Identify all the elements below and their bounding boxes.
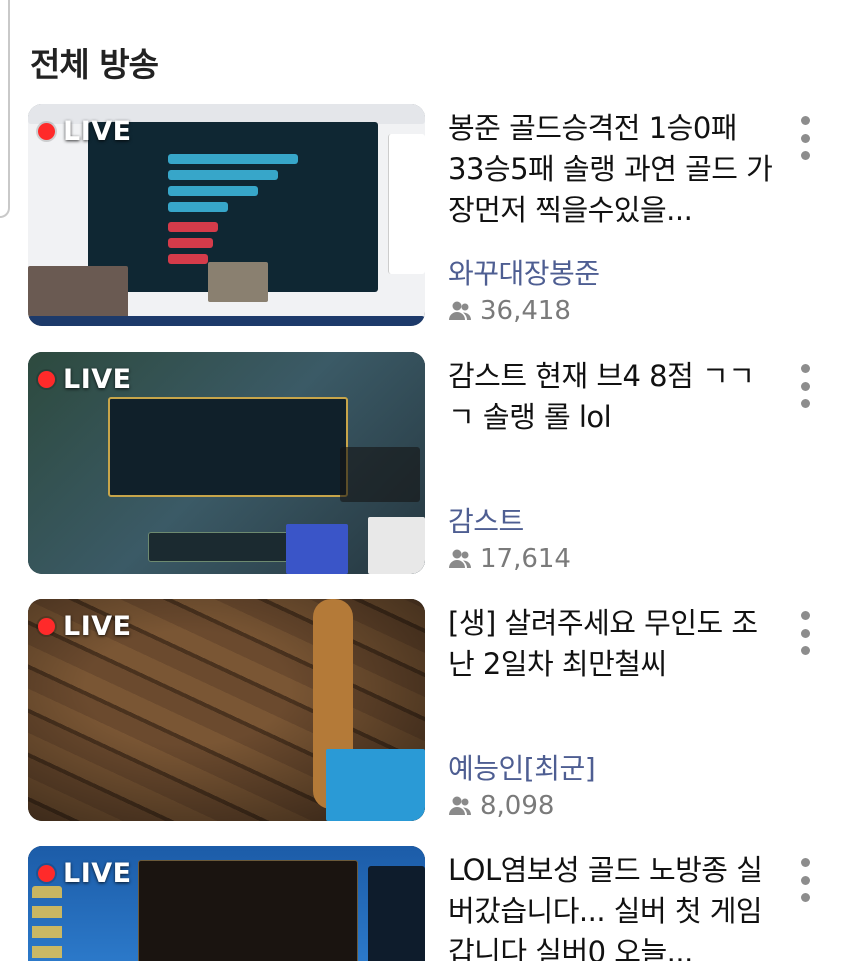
stream-info: 감스트 현재 브4 8점 ㄱㄱㄱ 솔랭 롤 lol 감스트 17,614 [448,356,778,574]
section-title: 전체 방송 [30,45,159,84]
live-badge: LIVE [38,364,132,395]
stream-thumbnail[interactable]: LIVE [28,846,425,961]
live-dot-icon [38,865,55,882]
edge-bracket [0,0,10,218]
stream-title[interactable]: LOL염보성 골드 노방종 실버갔습니다... 실버 첫 게임갑니다 실버0 오… [448,850,778,961]
viewers-icon [449,796,471,815]
more-vertical-icon[interactable] [794,116,816,160]
live-badge: LIVE [38,611,132,642]
stream-thumbnail[interactable]: LIVE [28,104,425,326]
more-vertical-icon[interactable] [794,364,816,408]
live-dot-icon [38,618,55,635]
stream-card[interactable]: LIVE 감스트 현재 브4 8점 ㄱㄱㄱ 솔랭 롤 lol 감스트 17,61… [28,352,838,578]
more-vertical-icon[interactable] [794,858,816,902]
viewers-icon [449,301,471,320]
viewer-count-value: 36,418 [480,296,571,326]
live-dot-icon [38,123,55,140]
stream-thumbnail[interactable]: LIVE [28,599,425,821]
viewer-count: 8,098 [448,791,554,821]
stream-title[interactable]: 봉준 골드승격전 1승0패 33승5패 솔랭 과연 골드 가장먼저 찍을수있을.… [448,108,778,231]
stream-card[interactable]: LIVE 봉준 골드승격전 1승0패 33승5패 솔랭 과연 골드 가장먼저 찍… [28,104,838,330]
stream-info: [생] 살려주세요 무인도 조난 2일차 최만철씨 예능인[최군] 8,098 [448,603,778,821]
viewer-count-value: 8,098 [480,791,555,821]
channel-name[interactable]: 와꾸대장봉준 [448,252,600,292]
viewer-count: 36,418 [448,296,571,326]
channel-name[interactable]: 예능인[최군] [448,747,596,787]
stream-thumbnail[interactable]: LIVE [28,352,425,574]
stream-title[interactable]: 감스트 현재 브4 8점 ㄱㄱㄱ 솔랭 롤 lol [448,356,778,438]
stream-info: 봉준 골드승격전 1승0패 33승5패 솔랭 과연 골드 가장먼저 찍을수있을.… [448,108,778,326]
channel-name[interactable]: 감스트 [448,500,524,540]
stream-card[interactable]: LIVE [생] 살려주세요 무인도 조난 2일차 최만철씨 예능인[최군] 8… [28,599,838,825]
live-dot-icon [38,371,55,388]
live-badge: LIVE [38,858,132,889]
viewer-count: 17,614 [448,544,571,574]
viewers-icon [449,549,471,568]
viewer-count-value: 17,614 [480,544,571,574]
stream-info: LOL염보성 골드 노방종 실버갔습니다... 실버 첫 게임갑니다 실버0 오… [448,850,778,961]
more-vertical-icon[interactable] [794,611,816,655]
stream-title[interactable]: [생] 살려주세요 무인도 조난 2일차 최만철씨 [448,603,778,685]
stream-card[interactable]: LIVE LOL염보성 골드 노방종 실버갔습니다... 실버 첫 게임갑니다 … [28,846,838,961]
live-badge: LIVE [38,116,132,147]
